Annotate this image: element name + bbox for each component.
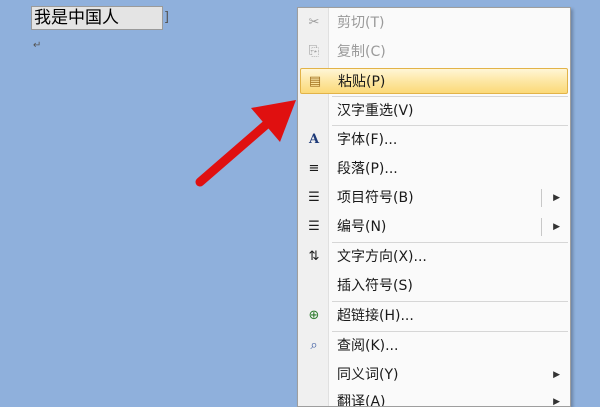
menu-item-text-direction-label: 文字方向(X)...: [337, 249, 427, 265]
menu-separator: [332, 331, 568, 332]
menu-separator: [332, 301, 568, 302]
paragraph-mark-icon: ↵: [33, 40, 42, 51]
submenu-arrow-icon[interactable]: ▶: [553, 214, 560, 240]
menu-item-cut[interactable]: ✂ 剪切(T): [300, 10, 568, 36]
clipboard-icon: ▤: [308, 74, 322, 89]
menu-item-research[interactable]: ⌕ 查阅(K)...: [300, 333, 568, 359]
menu-item-reconvert-label: 汉字重选(V): [337, 103, 414, 119]
menu-item-font[interactable]: A 字体(F)...: [300, 127, 568, 153]
menu-item-cut-label: 剪切(T): [337, 15, 385, 31]
copy-icon: ⎘: [308, 44, 320, 59]
document-area[interactable]: [0, 0, 297, 400]
bullets-icon: ☰: [308, 190, 320, 205]
menu-item-research-label: 查阅(K)...: [337, 338, 399, 354]
numbering-icon: ☰: [308, 219, 320, 234]
menu-item-reconvert[interactable]: 汉字重选(V): [300, 98, 568, 124]
menu-item-insert-symbol-label: 插入符号(S): [337, 278, 413, 294]
context-menu: ✂ 剪切(T) ⎘ 复制(C) ▤ 粘贴(P) 汉字重选(V) A 字体(F).…: [297, 7, 571, 407]
menu-separator: [332, 125, 568, 126]
menu-item-bullets-label: 项目符号(B): [337, 190, 414, 206]
split-divider: [541, 189, 542, 207]
menu-separator: [332, 96, 568, 97]
menu-separator: [332, 242, 568, 243]
font-icon: A: [308, 132, 320, 147]
menu-item-paragraph[interactable]: ≡ 段落(P)...: [300, 156, 568, 182]
menu-item-insert-symbol[interactable]: 插入符号(S): [300, 273, 568, 299]
menu-item-hyperlink[interactable]: ⊕ 超链接(H)...: [300, 303, 568, 329]
menu-item-copy-label: 复制(C): [337, 44, 386, 60]
menu-item-numbering-label: 编号(N): [337, 219, 387, 235]
split-divider: [541, 218, 542, 236]
paragraph-icon: ≡: [308, 161, 320, 176]
menu-item-bullets[interactable]: ☰ 项目符号(B) ▶: [300, 185, 568, 211]
menu-item-hyperlink-label: 超链接(H)...: [337, 308, 414, 324]
menu-item-synonyms[interactable]: 同义词(Y) ▶: [300, 362, 568, 388]
menu-item-translate[interactable]: 翻译(A) ▶: [300, 389, 568, 407]
selected-text[interactable]: 我是中国人: [31, 6, 163, 30]
menu-item-copy[interactable]: ⎘ 复制(C): [300, 39, 568, 65]
menu-item-text-direction[interactable]: ⇅ 文字方向(X)...: [300, 244, 568, 270]
text-direction-icon: ⇅: [308, 249, 320, 264]
menu-item-numbering[interactable]: ☰ 编号(N) ▶: [300, 214, 568, 240]
submenu-arrow-icon[interactable]: ▶: [553, 389, 560, 406]
submenu-arrow-icon[interactable]: ▶: [553, 185, 560, 211]
menu-item-paste-label: 粘贴(P): [338, 74, 386, 90]
research-icon: ⌕: [310, 338, 318, 353]
menu-item-translate-label: 翻译(A): [337, 394, 386, 407]
menu-item-font-label: 字体(F)...: [337, 132, 398, 148]
menu-item-paragraph-label: 段落(P)...: [337, 161, 398, 177]
scissors-icon: ✂: [308, 15, 320, 30]
menu-item-synonyms-label: 同义词(Y): [337, 367, 399, 383]
field-bracket-right: ]: [163, 10, 171, 25]
submenu-arrow-icon[interactable]: ▶: [553, 362, 560, 388]
menu-item-paste[interactable]: ▤ 粘贴(P): [300, 68, 568, 94]
hyperlink-icon: ⊕: [308, 308, 320, 323]
